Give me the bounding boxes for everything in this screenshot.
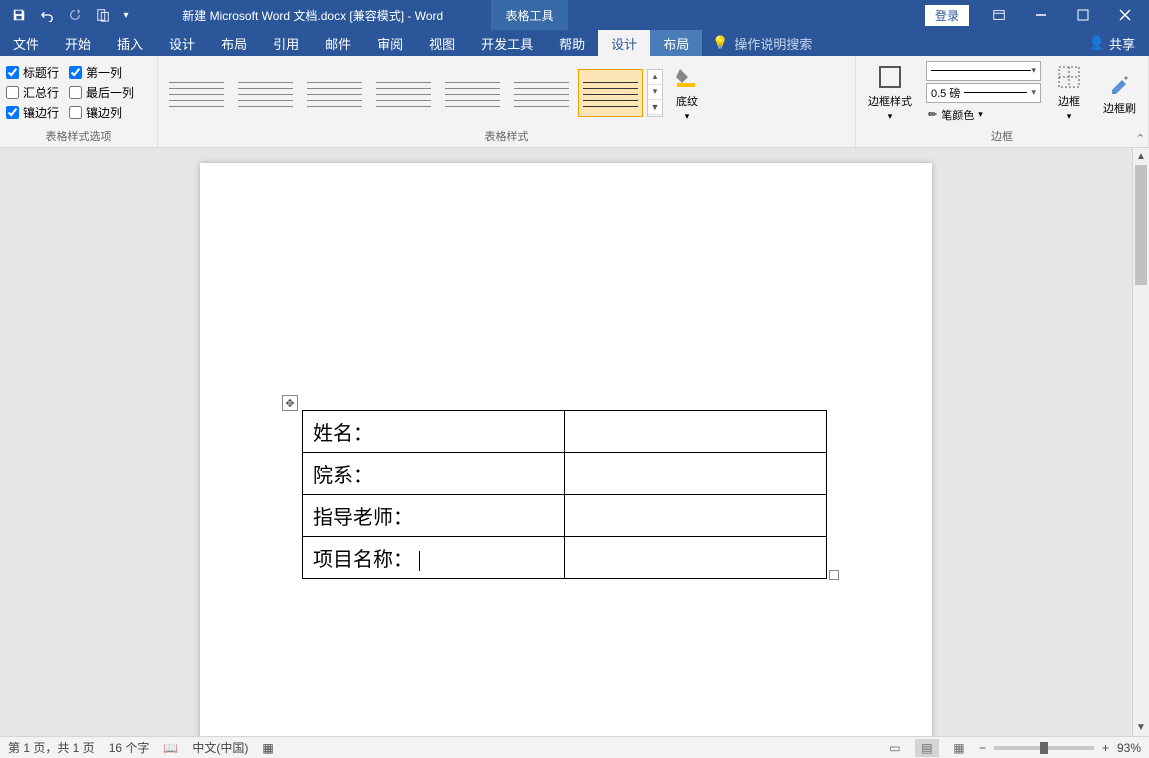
table-style-6[interactable] bbox=[509, 69, 574, 117]
document-table[interactable]: 姓名： 院系： 指导老师： 项目名称： bbox=[302, 410, 827, 579]
tell-me-search[interactable]: 💡 操作说明搜索 bbox=[702, 34, 822, 53]
border-style-button[interactable]: 边框样式▾ bbox=[862, 61, 918, 124]
view-web-button[interactable]: ▦ bbox=[947, 739, 971, 757]
status-macro-icon[interactable]: ▦ bbox=[262, 741, 273, 755]
scroll-up-button[interactable]: ▲ bbox=[1133, 148, 1149, 165]
tab-devtools[interactable]: 开发工具 bbox=[468, 30, 546, 56]
collapse-ribbon-button[interactable]: ⌃ bbox=[1136, 132, 1145, 145]
table-style-5[interactable] bbox=[440, 69, 505, 117]
group-table-styles: 表格样式 bbox=[164, 126, 849, 147]
table-resize-handle[interactable] bbox=[829, 570, 839, 580]
cell-value[interactable] bbox=[565, 495, 827, 537]
share-button[interactable]: 👤 共享 bbox=[1075, 34, 1149, 53]
table-tools-label: 表格工具 bbox=[491, 0, 567, 30]
tab-references[interactable]: 引用 bbox=[260, 30, 312, 56]
pen-color-button[interactable]: ✏笔颜色 ▾ bbox=[926, 105, 1041, 125]
checkbox-total-row[interactable]: 汇总行 bbox=[6, 84, 59, 101]
tab-view[interactable]: 视图 bbox=[416, 30, 468, 56]
status-language[interactable]: 中文(中国) bbox=[192, 739, 248, 756]
borders-button[interactable]: 边框▾ bbox=[1049, 61, 1089, 124]
table-row: 姓名： bbox=[303, 411, 827, 453]
vertical-scrollbar[interactable]: ▲ ▼ bbox=[1132, 148, 1149, 736]
table-style-4[interactable] bbox=[371, 69, 436, 117]
scroll-thumb[interactable] bbox=[1135, 165, 1147, 285]
checkbox-first-col[interactable]: 第一列 bbox=[69, 64, 134, 81]
tab-file[interactable]: 文件 bbox=[0, 30, 52, 56]
cell-label[interactable]: 项目名称： bbox=[303, 537, 565, 579]
lightbulb-icon: 💡 bbox=[712, 35, 728, 51]
checkbox-banded-col[interactable]: 镶边列 bbox=[69, 104, 134, 121]
table-row: 院系： bbox=[303, 453, 827, 495]
qat-customize-button[interactable]: ▾ bbox=[118, 2, 134, 28]
tab-help[interactable]: 帮助 bbox=[546, 30, 598, 56]
gallery-more-button[interactable]: ▴▾▼ bbox=[647, 69, 663, 117]
tab-layout[interactable]: 布局 bbox=[208, 30, 260, 56]
ribbon-display-button[interactable] bbox=[979, 0, 1019, 30]
cell-label[interactable]: 姓名： bbox=[303, 411, 565, 453]
cell-value[interactable] bbox=[565, 411, 827, 453]
zoom-out-button[interactable]: − bbox=[979, 741, 986, 755]
status-proofing-icon[interactable]: 📖 bbox=[163, 741, 178, 755]
save-button[interactable] bbox=[6, 2, 32, 28]
checkbox-header-row[interactable]: 标题行 bbox=[6, 64, 59, 81]
cell-label[interactable]: 指导老师： bbox=[303, 495, 565, 537]
login-button[interactable]: 登录 bbox=[925, 5, 969, 26]
table-row: 项目名称： bbox=[303, 537, 827, 579]
document-title: 新建 Microsoft Word 文档.docx [兼容模式] - Word bbox=[134, 7, 491, 24]
cell-value[interactable] bbox=[565, 453, 827, 495]
checkbox-last-col[interactable]: 最后一列 bbox=[69, 84, 134, 101]
border-line-style-combo[interactable]: ▾ bbox=[926, 61, 1041, 81]
brush-icon bbox=[1106, 70, 1134, 98]
cell-label[interactable]: 院系： bbox=[303, 453, 565, 495]
cell-value[interactable] bbox=[565, 537, 827, 579]
touch-mode-button[interactable] bbox=[90, 2, 116, 28]
group-borders: 边框 bbox=[862, 126, 1142, 147]
status-page[interactable]: 第 1 页，共 1 页 bbox=[8, 739, 95, 756]
table-style-gallery[interactable]: ▴▾▼ bbox=[164, 69, 663, 117]
tab-review[interactable]: 审阅 bbox=[364, 30, 416, 56]
bucket-icon bbox=[673, 63, 701, 91]
border-style-icon bbox=[876, 63, 904, 91]
tab-table-layout[interactable]: 布局 bbox=[650, 30, 702, 56]
table-move-handle[interactable]: ✥ bbox=[282, 395, 298, 411]
shading-button[interactable]: 底纹▾ bbox=[667, 61, 707, 124]
share-icon: 👤 bbox=[1089, 35, 1105, 51]
minimize-button[interactable] bbox=[1021, 0, 1061, 30]
zoom-level[interactable]: 93% bbox=[1117, 741, 1141, 755]
table-style-selected[interactable] bbox=[578, 69, 643, 117]
group-style-options: 表格样式选项 bbox=[6, 126, 151, 147]
zoom-in-button[interactable]: + bbox=[1102, 741, 1109, 755]
zoom-slider[interactable] bbox=[994, 746, 1094, 750]
table-style-1[interactable] bbox=[164, 69, 229, 117]
view-read-button[interactable]: ▭ bbox=[883, 739, 907, 757]
table-style-3[interactable] bbox=[302, 69, 367, 117]
tab-home[interactable]: 开始 bbox=[52, 30, 104, 56]
table-style-2[interactable] bbox=[233, 69, 298, 117]
tab-insert[interactable]: 插入 bbox=[104, 30, 156, 56]
tab-design[interactable]: 设计 bbox=[156, 30, 208, 56]
text-cursor bbox=[419, 551, 420, 571]
table-row: 指导老师： bbox=[303, 495, 827, 537]
border-weight-combo[interactable]: 0.5 磅▾ bbox=[926, 83, 1041, 103]
redo-button[interactable] bbox=[62, 2, 88, 28]
maximize-button[interactable] bbox=[1063, 0, 1103, 30]
borders-icon bbox=[1055, 63, 1083, 91]
tab-table-design[interactable]: 设计 bbox=[598, 30, 650, 56]
status-words[interactable]: 16 个字 bbox=[109, 739, 150, 756]
pen-icon: ✏ bbox=[928, 108, 937, 121]
scroll-down-button[interactable]: ▼ bbox=[1133, 719, 1149, 736]
tab-mailings[interactable]: 邮件 bbox=[312, 30, 364, 56]
checkbox-banded-row[interactable]: 镶边行 bbox=[6, 104, 59, 121]
view-print-button[interactable]: ▤ bbox=[915, 739, 939, 757]
undo-button[interactable] bbox=[34, 2, 60, 28]
close-button[interactable] bbox=[1105, 0, 1145, 30]
border-painter-button[interactable]: 边框刷 bbox=[1097, 68, 1142, 118]
